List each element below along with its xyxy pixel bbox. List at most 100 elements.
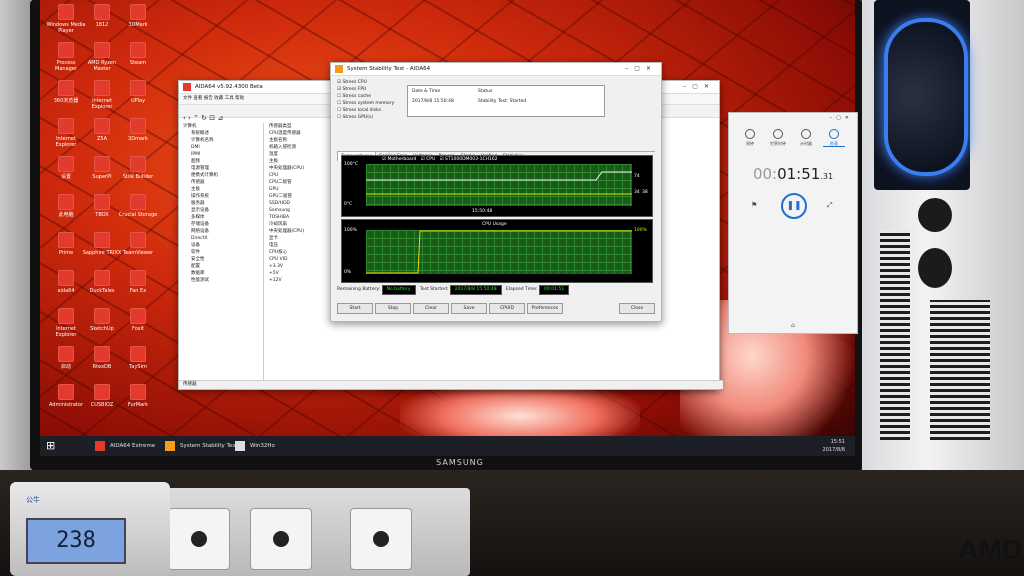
legend-disk[interactable]: ☑ ST1000DM003-1CH162: [440, 157, 498, 162]
tree-item[interactable]: 安全性: [179, 256, 263, 263]
tree-item[interactable]: DirectX: [179, 235, 263, 242]
app-icon: [130, 42, 146, 58]
desktop-icon[interactable]: Windows Media Player: [46, 4, 86, 34]
desktop-icon[interactable]: Stile Builder: [118, 156, 158, 180]
tree-item[interactable]: 网络设备: [179, 228, 263, 235]
desktop-icon[interactable]: Administrator: [46, 384, 86, 408]
legend-motherboard[interactable]: ☑ Motherboard: [382, 157, 416, 162]
desktop-icon[interactable]: 启动: [46, 346, 86, 370]
clear-button[interactable]: Clear: [413, 303, 449, 314]
desktop-icon[interactable]: Internet Explorer: [46, 308, 86, 338]
desktop-icon[interactable]: Process Manager: [46, 42, 86, 72]
tree-item[interactable]: 软件: [179, 249, 263, 256]
sst-info-row: Remaining Battery: No battery Test Start…: [337, 285, 655, 297]
stop-button[interactable]: Stop: [375, 303, 411, 314]
desktop-icon[interactable]: Crucial Storage: [118, 194, 158, 218]
stress-checkbox[interactable]: ☐ Stress system memory: [337, 100, 405, 107]
desktop-icon[interactable]: 3DMark: [118, 4, 158, 28]
desktop-icon[interactable]: Sapphire TRIXX: [82, 232, 122, 256]
start-button[interactable]: Start: [337, 303, 373, 314]
tree-item[interactable]: 显示设备: [179, 207, 263, 214]
close-button[interactable]: Close: [619, 303, 655, 314]
pause-button[interactable]: ❚❚: [781, 193, 807, 219]
desktop-icon[interactable]: RtexDB: [82, 346, 122, 370]
tree-item[interactable]: 配置: [179, 263, 263, 270]
save-button[interactable]: Save: [451, 303, 487, 314]
desktop-icon[interactable]: TaySim: [118, 346, 158, 370]
tree-item[interactable]: 系统概述: [179, 130, 263, 137]
stress-checkbox[interactable]: ☑ Stress FPU: [337, 86, 405, 93]
tree-item[interactable]: 性能测试: [179, 277, 263, 284]
desktop-icon[interactable]: Foxit: [118, 308, 158, 332]
tab-stopwatch[interactable]: 秒表: [823, 127, 845, 147]
desktop-icon[interactable]: 360浏览器: [46, 80, 86, 104]
tree-item[interactable]: IPMI: [179, 151, 263, 158]
desktop-icon[interactable]: 1812: [82, 4, 122, 28]
tab-world-clock[interactable]: 世界时钟: [767, 127, 789, 146]
desktop-icon[interactable]: CUSBIOZ: [82, 384, 122, 408]
desktop-icon[interactable]: Internet Explorer: [82, 80, 122, 110]
tree-item[interactable]: 存储设备: [179, 221, 263, 228]
tree-item[interactable]: 电源管理: [179, 165, 263, 172]
tree-item[interactable]: 多媒体: [179, 214, 263, 221]
stress-checkbox[interactable]: ☐ Stress GPU(s): [337, 114, 405, 121]
test-started-value: 2017/8/8 15:50:48: [449, 285, 502, 295]
desktop-icon[interactable]: UPlay: [118, 80, 158, 104]
tree-item[interactable]: 传感器: [179, 179, 263, 186]
tree-item[interactable]: 数据库: [179, 270, 263, 277]
app-icon: [58, 232, 74, 248]
tree-item[interactable]: 操作系统: [179, 193, 263, 200]
desktop-icon[interactable]: SuperPI: [82, 156, 122, 180]
desktop-icon[interactable]: 设置: [46, 156, 86, 180]
tree-item[interactable]: 主板: [179, 186, 263, 193]
desktop-icon[interactable]: 此电脑: [46, 194, 86, 218]
case-vent: [880, 230, 910, 440]
taskbar: ⊞ AIDA64 Extreme System Stability Test W…: [40, 436, 855, 456]
start-button[interactable]: ⊞: [46, 439, 60, 453]
desktop-icon-label: TBOX: [95, 212, 109, 218]
preferences-button[interactable]: Preferences: [527, 303, 563, 314]
tab-alarm[interactable]: 闹钟: [739, 127, 761, 146]
desktop-icon[interactable]: Internet Explorer: [46, 118, 86, 148]
tree-item[interactable]: 计算机: [179, 123, 263, 130]
tree-item[interactable]: 服务器: [179, 200, 263, 207]
app-icon: [130, 270, 146, 286]
desktop-icon[interactable]: DuckTales: [82, 270, 122, 294]
expand-icon[interactable]: ⤢: [827, 201, 835, 209]
desktop-icon[interactable]: Steam: [118, 42, 158, 66]
tree-item[interactable]: 超频: [179, 158, 263, 165]
taskbar-app-clock[interactable]: Win32Ho: [232, 438, 302, 454]
lap-flag-button[interactable]: ⚑: [751, 201, 759, 209]
desktop-icon[interactable]: TBOX: [82, 194, 122, 218]
desktop-icon[interactable]: aida64: [46, 270, 86, 294]
tree-item[interactable]: 便携式计算机: [179, 172, 263, 179]
desktop-icon[interactable]: Prime: [46, 232, 86, 256]
tree-item[interactable]: 计算机名称: [179, 137, 263, 144]
legend-cpu[interactable]: ☑ CPU: [421, 157, 436, 162]
desktop-icon[interactable]: Fan Ex: [118, 270, 158, 294]
desktop-icon-label: Crucial Storage: [118, 212, 158, 218]
cpuid-button[interactable]: CPUID: [489, 303, 525, 314]
system-tray[interactable]: 15:51 2017/8/8: [823, 438, 845, 454]
pin-icon[interactable]: ⌂: [791, 322, 795, 329]
stress-checkbox[interactable]: ☐ Stress local disks: [337, 107, 405, 114]
window-controls[interactable]: –▢✕: [683, 81, 715, 93]
app-icon: [94, 346, 110, 362]
tree-item[interactable]: DMI: [179, 144, 263, 151]
desktop-icon[interactable]: FurMark: [118, 384, 158, 408]
stress-checkbox[interactable]: ☑ Stress CPU: [337, 79, 405, 86]
desktop-icon[interactable]: SketchUp: [82, 308, 122, 332]
tab-timer[interactable]: 计时器: [795, 127, 817, 146]
nav-buttons[interactable]: ‹ › ⌃ ↻ ⊡ ⊿: [179, 114, 223, 122]
window-controls[interactable]: –▢✕: [830, 115, 853, 121]
stress-options: ☑ Stress CPU ☑ Stress FPU ☐ Stress cache ☐ …: [337, 79, 405, 139]
desktop-icon[interactable]: AMD Ryzen Master: [82, 42, 122, 72]
desktop-icon[interactable]: TeamViewer: [118, 232, 158, 256]
aida-title: AIDA64 v5.92.4300 Beta: [195, 84, 263, 90]
tree-item[interactable]: 设备: [179, 242, 263, 249]
stress-checkbox[interactable]: ☐ Stress cache: [337, 93, 405, 100]
desktop-icon[interactable]: Z5A: [82, 118, 122, 142]
desktop-icon[interactable]: 3Dmark: [118, 118, 158, 142]
window-controls[interactable]: –▢✕: [625, 63, 657, 75]
app-icon: [58, 194, 74, 210]
